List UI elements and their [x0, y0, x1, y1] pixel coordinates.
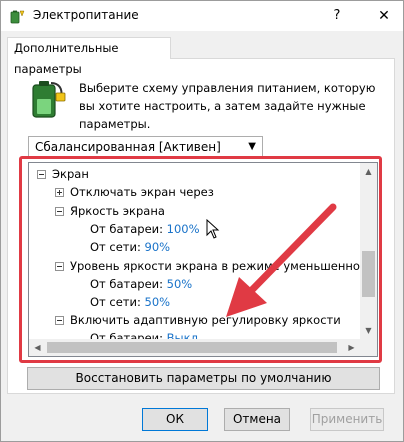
- battery-icon: [32, 81, 66, 118]
- restore-defaults-button[interactable]: Восстановить параметры по умолчанию: [27, 367, 380, 390]
- power-scheme-select[interactable]: Сбалансированная [Активен] ▼: [28, 136, 263, 158]
- dimmed-battery-row[interactable]: От батареи: 50%: [90, 275, 192, 293]
- mouse-cursor-icon: [206, 219, 220, 239]
- power-options-window: Электропитание ? ✕ Дополнительные параме…: [0, 0, 404, 442]
- settings-tree[interactable]: Экран Отключать экран через Яркость экра…: [28, 162, 378, 357]
- horizontal-scroll-thumb[interactable]: [47, 342, 337, 353]
- tree-node-turn-off-screen[interactable]: Отключать экран через: [55, 183, 214, 201]
- apply-button[interactable]: Применить: [310, 408, 384, 431]
- dimmed-ac-value[interactable]: 50%: [145, 295, 171, 309]
- close-button[interactable]: ✕: [365, 1, 403, 31]
- collapse-icon[interactable]: [55, 207, 64, 216]
- title-bar: Электропитание ? ✕: [1, 1, 403, 31]
- power-scheme-value: Сбалансированная [Активен]: [35, 140, 221, 154]
- ok-button[interactable]: ОК: [142, 408, 208, 431]
- cancel-button[interactable]: Отмена: [224, 408, 290, 431]
- scroll-up-icon[interactable]: ▲: [360, 163, 377, 180]
- scroll-right-icon[interactable]: ▶: [343, 339, 360, 356]
- help-button[interactable]: ?: [321, 1, 353, 31]
- expand-icon[interactable]: [55, 188, 64, 197]
- scrollbar-corner: [360, 339, 377, 356]
- tree-node-screen[interactable]: Экран: [37, 165, 89, 183]
- tree-node-adaptive-brightness[interactable]: Включить адаптивную регулировку яркости: [55, 311, 341, 329]
- dimmed-battery-value[interactable]: 50%: [167, 277, 193, 291]
- vertical-scrollbar[interactable]: ▲ ▼: [360, 163, 377, 339]
- scroll-left-icon[interactable]: ◀: [29, 339, 46, 356]
- brightness-ac-value[interactable]: 90%: [145, 240, 171, 254]
- vertical-scroll-thumb[interactable]: [362, 251, 375, 297]
- horizontal-scrollbar[interactable]: ◀ ▶: [29, 339, 360, 356]
- collapse-icon[interactable]: [55, 316, 64, 325]
- brightness-ac-row[interactable]: От сети: 90%: [90, 238, 170, 256]
- description-text: Выберите схему управления питанием, кото…: [79, 81, 376, 131]
- brightness-battery-value[interactable]: 100%: [167, 222, 200, 236]
- brightness-battery-row[interactable]: От батареи: 100%: [90, 220, 200, 238]
- chevron-down-icon: ▼: [248, 141, 256, 152]
- scroll-down-icon[interactable]: ▼: [360, 322, 377, 339]
- window-title: Электропитание: [33, 8, 139, 22]
- tab-advanced-settings[interactable]: Дополнительные параметры: [7, 37, 171, 76]
- dimmed-ac-row[interactable]: От сети: 50%: [90, 293, 170, 311]
- collapse-icon[interactable]: [55, 262, 64, 271]
- power-options-app-icon: [10, 10, 25, 24]
- tree-node-brightness[interactable]: Яркость экрана: [55, 202, 165, 220]
- tree-node-dimmed-brightness[interactable]: Уровень яркости экрана в режиме уменьшен…: [55, 257, 377, 275]
- collapse-icon[interactable]: [37, 170, 46, 179]
